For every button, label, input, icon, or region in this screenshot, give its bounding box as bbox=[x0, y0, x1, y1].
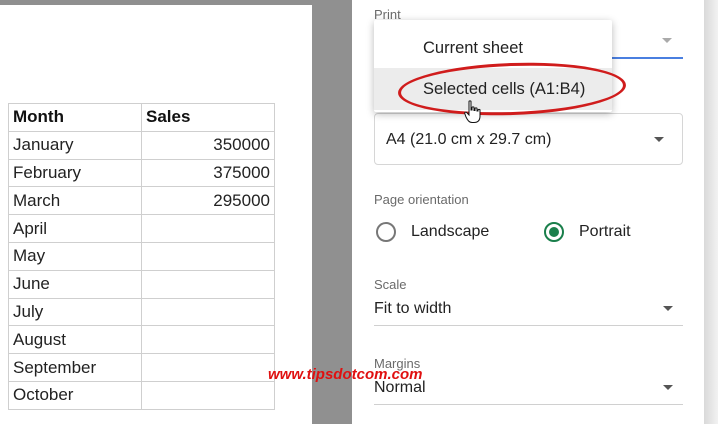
cell-month: September bbox=[8, 353, 142, 382]
preview-page: Month Sales January 350000 February 375000… bbox=[0, 5, 312, 424]
cell-sales bbox=[141, 297, 275, 327]
cell-month: March bbox=[8, 186, 142, 216]
scale-underline bbox=[374, 325, 683, 326]
header-month: Month bbox=[8, 103, 142, 132]
cell-month: April bbox=[8, 214, 142, 243]
table-row: May bbox=[8, 241, 275, 271]
cell-sales: 350000 bbox=[141, 130, 275, 160]
header-sales: Sales bbox=[141, 103, 275, 132]
cell-month: January bbox=[8, 130, 142, 160]
table-header-row: Month Sales bbox=[8, 103, 275, 132]
paper-size-caret-icon[interactable] bbox=[654, 137, 664, 142]
orientation-label: Page orientation bbox=[374, 192, 469, 207]
cell-sales bbox=[141, 241, 275, 271]
table-row: January 350000 bbox=[8, 130, 275, 160]
cell-sales bbox=[141, 269, 275, 299]
scale-label: Scale bbox=[374, 277, 407, 292]
cell-month: May bbox=[8, 241, 142, 271]
cell-sales bbox=[141, 353, 275, 382]
cell-month: February bbox=[8, 158, 142, 188]
table-row: August bbox=[8, 325, 275, 355]
scale-value[interactable]: Fit to width bbox=[374, 300, 451, 318]
table-row: July bbox=[8, 297, 275, 327]
paper-size-value: A4 (21.0 cm x 29.7 cm) bbox=[386, 131, 552, 148]
portrait-radio[interactable] bbox=[544, 222, 564, 242]
sheet-table: Month Sales January 350000 February 375000… bbox=[8, 103, 275, 410]
table-row: April bbox=[8, 214, 275, 243]
margins-caret-icon[interactable] bbox=[663, 385, 673, 390]
preview-gutter bbox=[312, 0, 352, 424]
hand-cursor-icon bbox=[464, 100, 481, 123]
cell-sales bbox=[141, 325, 275, 355]
menu-item-current-sheet[interactable]: Current sheet bbox=[374, 28, 612, 68]
cell-sales: 375000 bbox=[141, 158, 275, 188]
watermark-text: www.tipsdotcom.com bbox=[268, 366, 423, 383]
cell-sales bbox=[141, 380, 275, 410]
cell-sales: 295000 bbox=[141, 186, 275, 216]
table-row: June bbox=[8, 269, 275, 299]
print-dropdown-caret-icon[interactable] bbox=[662, 38, 672, 43]
table-row: October bbox=[8, 380, 275, 410]
landscape-radio[interactable] bbox=[376, 222, 396, 242]
scale-caret-icon[interactable] bbox=[663, 306, 673, 311]
margins-underline bbox=[374, 404, 683, 405]
cell-sales bbox=[141, 214, 275, 243]
portrait-label[interactable]: Portrait bbox=[579, 223, 631, 241]
cell-month: August bbox=[8, 325, 142, 355]
cell-month: June bbox=[8, 269, 142, 299]
landscape-label[interactable]: Landscape bbox=[411, 223, 489, 241]
table-row: March 295000 bbox=[8, 186, 275, 216]
table-row: September bbox=[8, 353, 275, 382]
cell-month: October bbox=[8, 380, 142, 410]
panel-edge bbox=[704, 0, 718, 424]
cell-month: July bbox=[8, 297, 142, 327]
table-row: February 375000 bbox=[8, 158, 275, 188]
portrait-radio-dot bbox=[549, 227, 559, 237]
